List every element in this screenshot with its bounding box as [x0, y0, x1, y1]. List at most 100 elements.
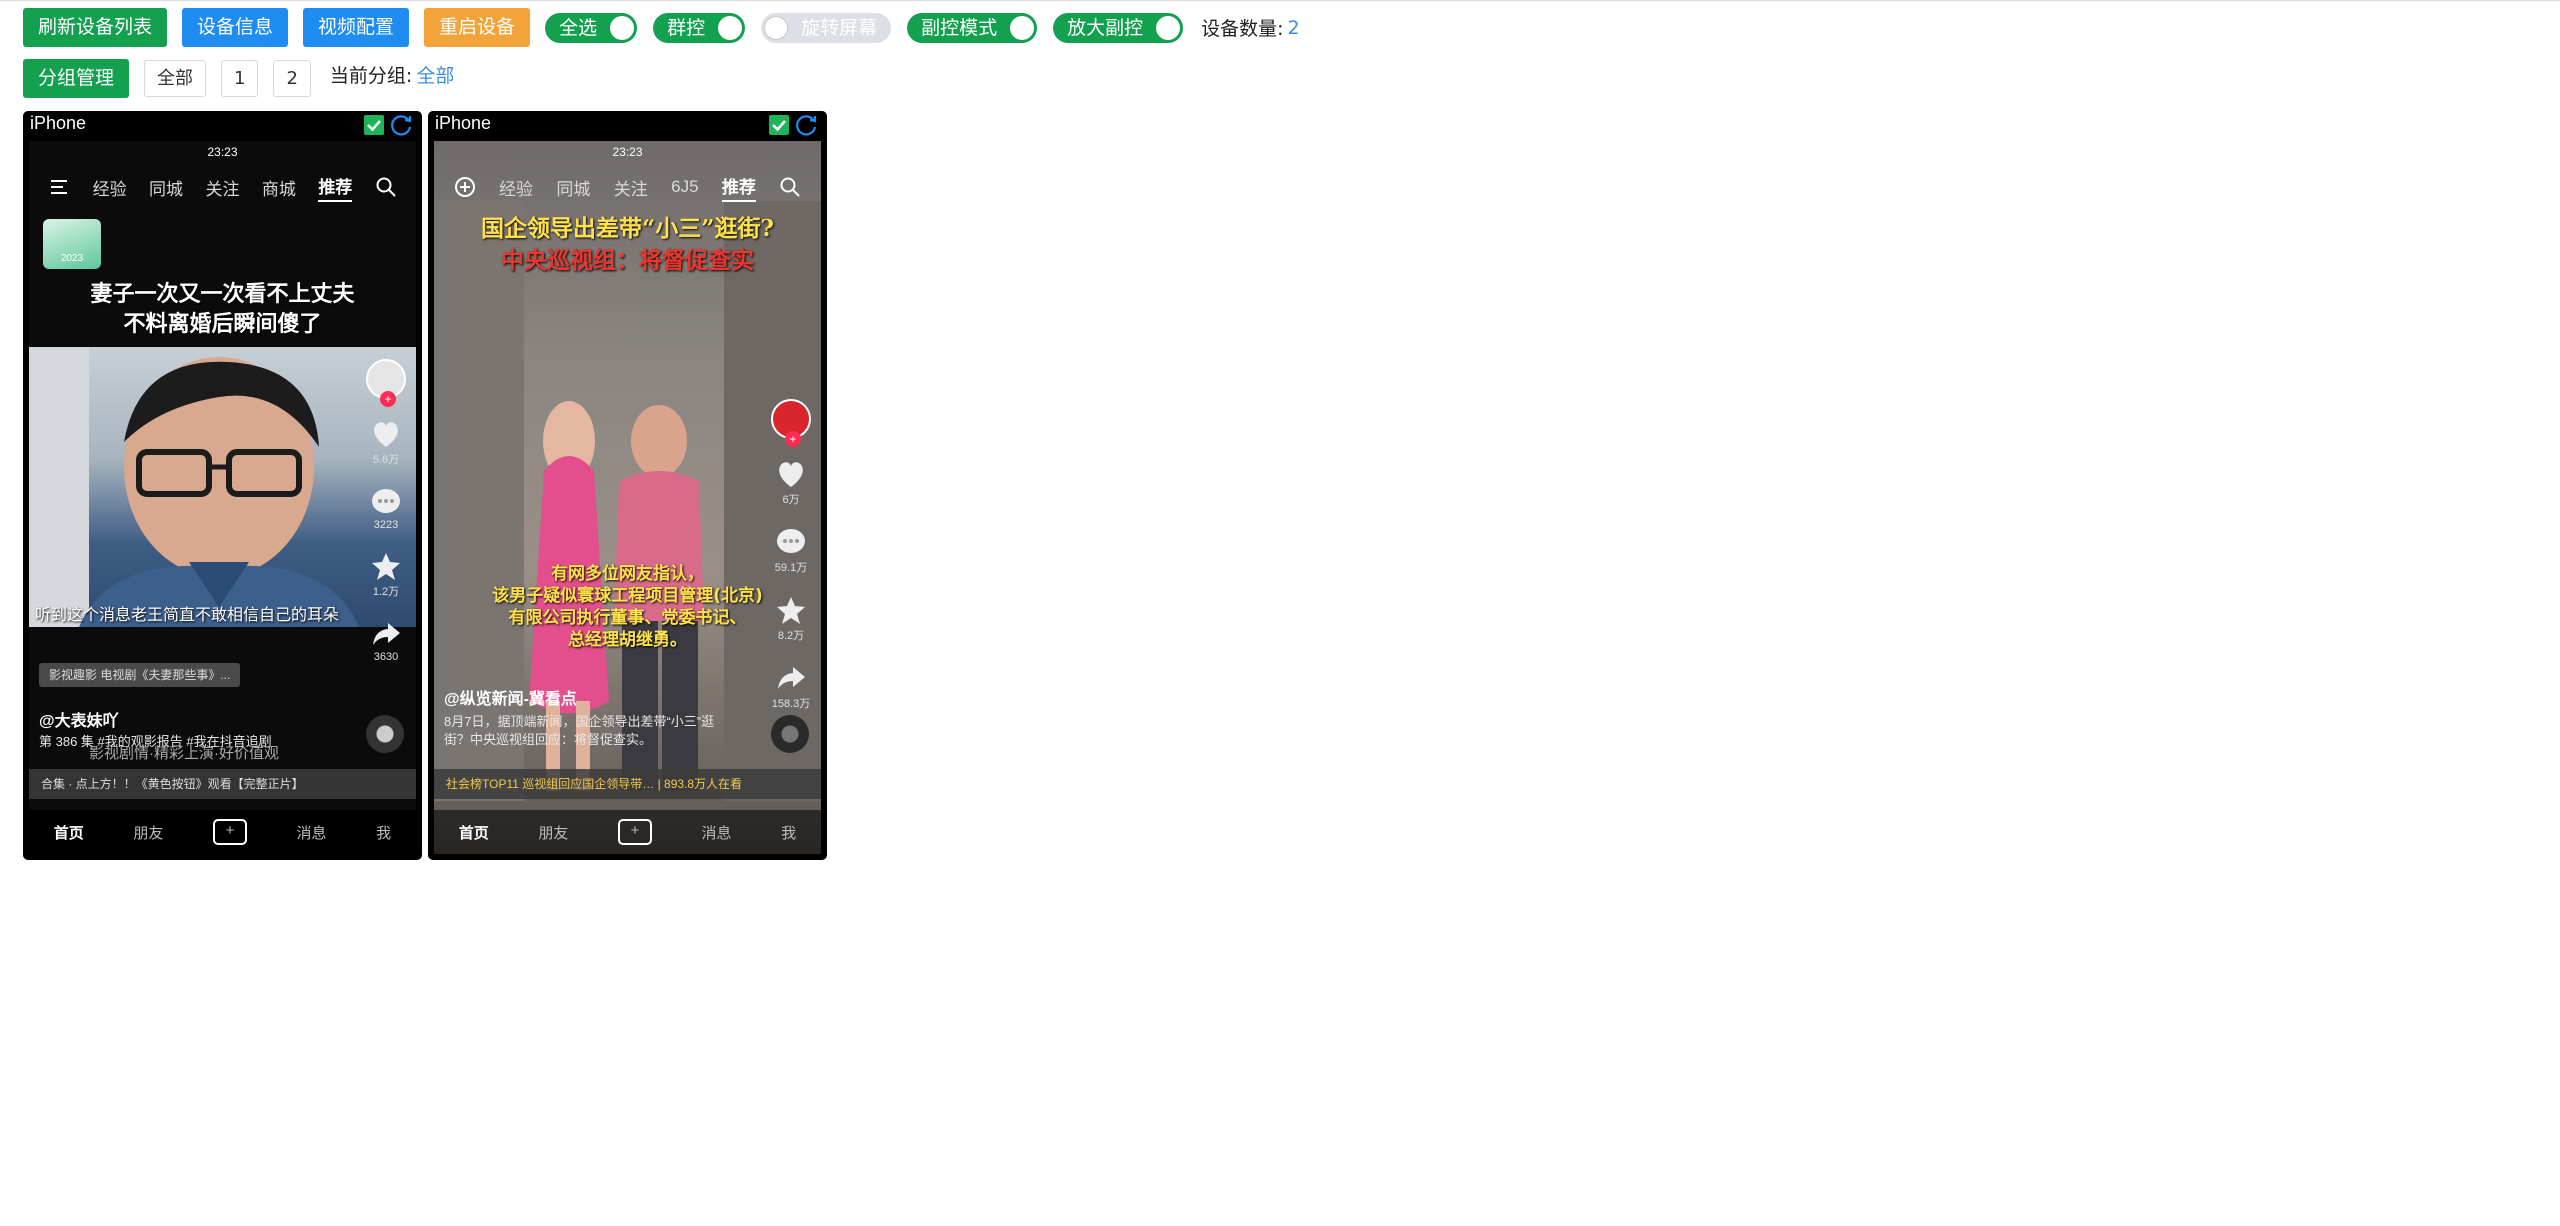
app-tab-bar: 首页 朋友 + 消息 我: [434, 810, 821, 854]
toolbar: 刷新设备列表 设备信息 视频配置 重启设备 全选 群控 旋转屏幕 副控模式 放大…: [23, 8, 1300, 47]
group-manage-button[interactable]: 分组管理: [23, 59, 130, 98]
follow-plus-icon[interactable]: +: [380, 391, 396, 407]
nav-item-active[interactable]: 推荐: [318, 173, 353, 202]
nav-item[interactable]: 同城: [149, 175, 183, 200]
creator-avatar[interactable]: +: [366, 359, 406, 407]
refresh-icon[interactable]: [793, 112, 819, 138]
favorite-count: 1.2万: [372, 586, 400, 598]
nav-item[interactable]: 关注: [205, 175, 239, 200]
favorite-action[interactable]: 8.2万: [775, 595, 807, 643]
event-badge-text: 2023: [60, 253, 84, 264]
app-top-nav: 经验 同城 关注 商城 推荐: [29, 169, 416, 205]
tab-me[interactable]: 我: [376, 822, 391, 843]
video-frame: [29, 347, 416, 627]
tab-home[interactable]: 首页: [459, 822, 489, 843]
switch-knob: [718, 15, 743, 40]
collection-bar[interactable]: 社会榜TOP11 巡视组回应国企领导带… | 893.8万人在看: [434, 769, 821, 799]
nav-item[interactable]: 经验: [499, 175, 533, 200]
group-bar: 分组管理 全部 1 2 当前分组: 全部: [23, 59, 454, 98]
nav-item[interactable]: 经验: [93, 175, 127, 200]
video-author[interactable]: @纵览新闻-冀看点: [444, 685, 577, 709]
star-icon: [372, 553, 400, 580]
side-actions: + 5.6万 3223 1.2万 3630: [364, 359, 408, 663]
caption-line: 国企领导出差带“小三”逛街?: [481, 215, 774, 242]
music-disc-icon[interactable]: [366, 715, 404, 753]
tab-create-button[interactable]: +: [617, 819, 652, 845]
video-overlay-text: 有网多位网友指认， 该男子疑似寰球工程项目管理(北京) 有限公司执行董事、党委书…: [434, 563, 821, 651]
restart-device-button[interactable]: 重启设备: [424, 8, 531, 47]
device-name: iPhone: [30, 113, 87, 133]
share-action[interactable]: 3630: [370, 619, 402, 663]
phone-time: 23:23: [207, 145, 238, 159]
current-group-label: 当前分组:: [329, 65, 413, 87]
rotate-screen-switch-label: 旋转屏幕: [801, 16, 878, 39]
device-info-button[interactable]: 设备信息: [182, 8, 289, 47]
creator-avatar[interactable]: +: [771, 399, 811, 447]
video-config-button[interactable]: 视频配置: [303, 8, 410, 47]
enlarge-sub-control-switch[interactable]: 放大副控: [1053, 12, 1184, 43]
phone-status-bar: 23:23: [434, 141, 821, 163]
like-action[interactable]: 5.6万: [370, 419, 402, 467]
group-chip-2[interactable]: 2: [273, 60, 311, 97]
sub-control-mode-switch-label: 副控模式: [921, 16, 998, 39]
switch-knob: [1010, 15, 1035, 40]
group-chip-1[interactable]: 1: [221, 60, 259, 97]
nav-item[interactable]: 同城: [556, 175, 590, 200]
tab-home[interactable]: 首页: [54, 822, 84, 843]
rotate-screen-switch[interactable]: 旋转屏幕: [761, 12, 892, 43]
group-chip-all[interactable]: 全部: [144, 60, 207, 97]
tab-messages[interactable]: 消息: [297, 822, 327, 843]
overlay-line: 有限公司执行董事、党委书记、: [508, 608, 747, 628]
comment-action[interactable]: 3223: [370, 487, 402, 531]
tab-create-button[interactable]: +: [212, 819, 247, 845]
follow-plus-icon[interactable]: +: [785, 431, 801, 447]
nav-item[interactable]: 关注: [614, 175, 648, 200]
device-screen[interactable]: 23:23 经验 同城 关注 商城 推荐 2023 妻子一次又一次看不上丈夫 不…: [29, 141, 416, 854]
video-description: 8月7日，据顶端新闻，国企领导出差带“小三”逛街？中央巡视组回应：将督促查实。: [444, 714, 715, 747]
share-action[interactable]: 158.3万: [772, 663, 810, 711]
overlay-line: 总经理胡继勇。: [568, 630, 687, 650]
current-group-value[interactable]: 全部: [416, 61, 454, 88]
device-select-checkbox[interactable]: [364, 115, 384, 135]
favorite-action[interactable]: 1.2万: [370, 551, 402, 599]
tab-messages[interactable]: 消息: [702, 822, 732, 843]
menu-icon[interactable]: [48, 176, 70, 198]
tab-friends[interactable]: 朋友: [133, 822, 163, 843]
comment-count: 59.1万: [774, 562, 808, 574]
heart-icon: [374, 422, 398, 447]
heart-icon: [779, 462, 803, 487]
device-card: iPhone 23:23 经验 同城 关注 6J5 推荐 国企领导出差带“小三”…: [428, 111, 827, 860]
nav-item-active[interactable]: 推荐: [721, 173, 756, 202]
like-action[interactable]: 6万: [775, 459, 807, 507]
switch-knob: [1156, 15, 1181, 40]
comment-count: 3223: [373, 519, 399, 531]
video-author[interactable]: @大表妹吖: [39, 707, 119, 731]
favorite-count: 8.2万: [777, 630, 805, 642]
overlay-line: 该男子疑似寰球工程项目管理(北京): [492, 586, 763, 606]
caption-line: 中央巡视组：将督促查实: [501, 247, 754, 274]
device-select-checkbox[interactable]: [769, 115, 789, 135]
tab-me[interactable]: 我: [781, 822, 796, 843]
refresh-icon[interactable]: [388, 112, 414, 138]
refresh-device-list-button[interactable]: 刷新设备列表: [23, 8, 168, 47]
search-icon[interactable]: [375, 176, 397, 198]
share-icon: [778, 667, 805, 689]
device-screen[interactable]: 23:23 经验 同城 关注 6J5 推荐 国企领导出差带“小三”逛街? 中央巡…: [434, 141, 821, 854]
video-caption: 妻子一次又一次看不上丈夫 不料离婚后瞬间傻了: [29, 279, 416, 339]
collection-bar[interactable]: 合集 · 点上方！！《黄色按钮》观看【完整正片】: [29, 769, 416, 799]
switch-knob: [610, 15, 635, 40]
select-all-switch[interactable]: 全选: [545, 12, 638, 43]
group-control-switch-label: 群控: [667, 16, 706, 39]
nav-item[interactable]: 商城: [262, 175, 296, 200]
tab-friends[interactable]: 朋友: [538, 822, 568, 843]
music-disc-icon[interactable]: [771, 715, 809, 753]
nav-item[interactable]: 6J5: [671, 177, 698, 197]
like-count: 6万: [782, 494, 800, 506]
comment-action[interactable]: 59.1万: [775, 527, 807, 575]
group-control-switch[interactable]: 群控: [653, 12, 746, 43]
phone-time: 23:23: [612, 145, 643, 159]
video-tag[interactable]: 影视趣影 电视剧《夫妻那些事》...: [39, 663, 241, 687]
sub-control-mode-switch[interactable]: 副控模式: [907, 12, 1038, 43]
add-circle-icon[interactable]: [454, 176, 476, 198]
search-icon[interactable]: [779, 176, 801, 198]
